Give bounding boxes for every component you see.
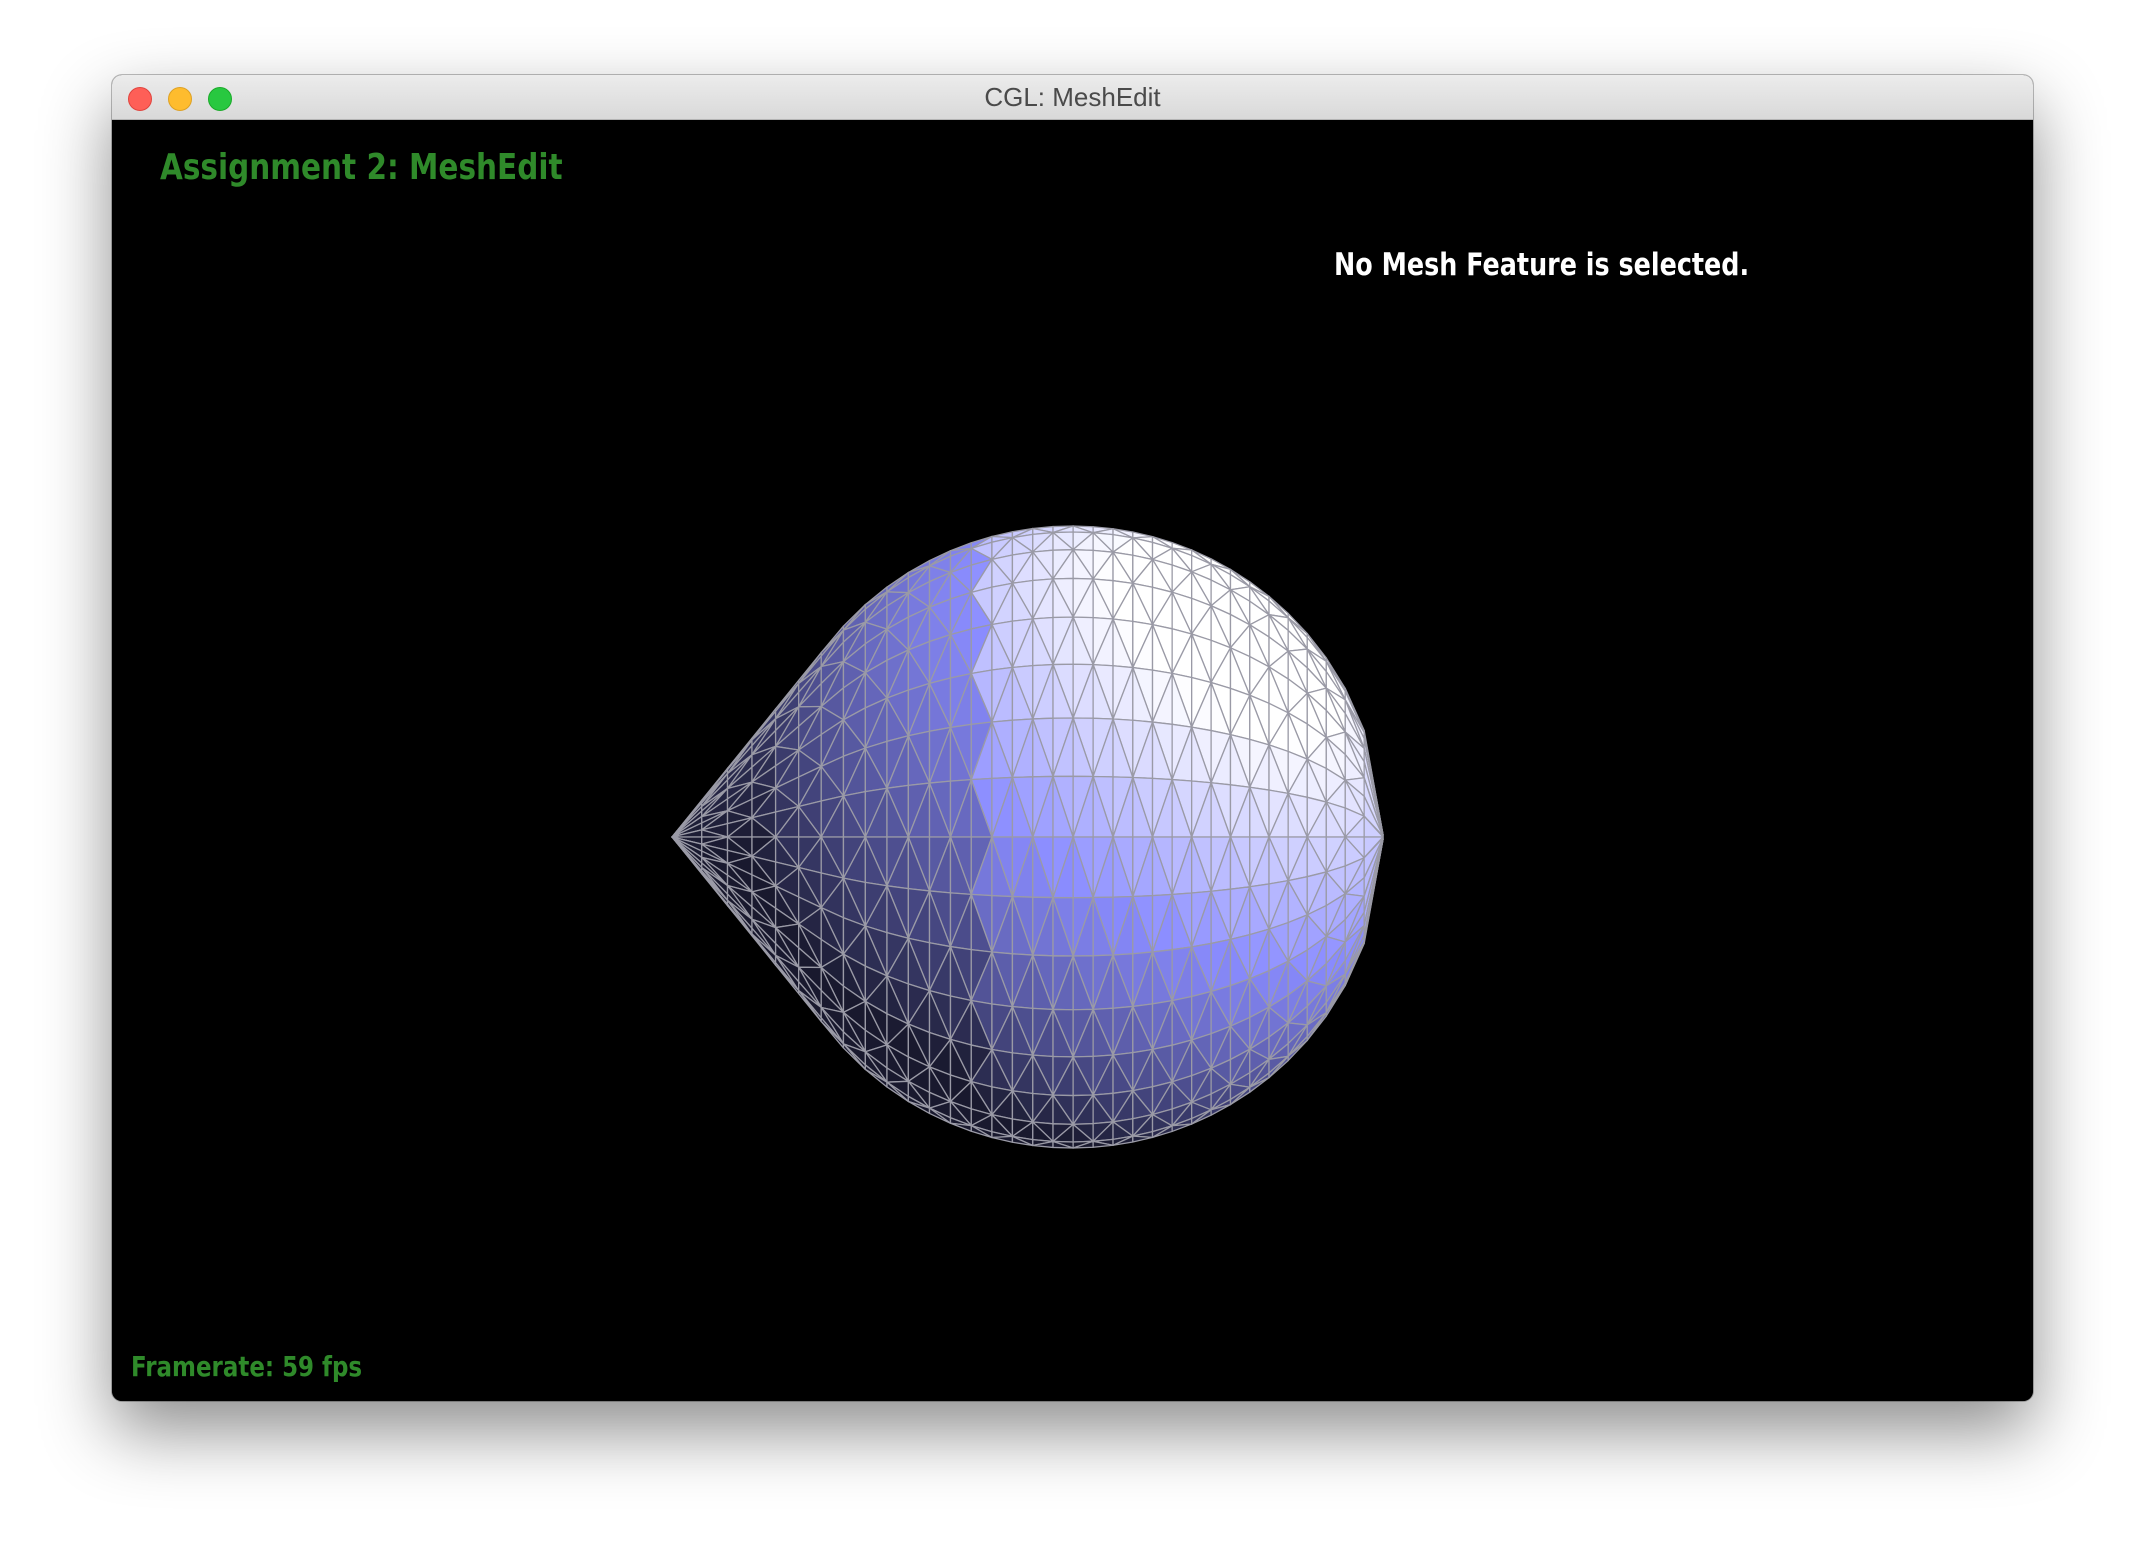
mesh-face[interactable] (991, 1135, 1014, 1143)
selection-status: No Mesh Feature is selected. (1334, 247, 1750, 283)
mesh-face[interactable] (1171, 1123, 1193, 1133)
app-window: CGL: MeshEdit Assignment 2: MeshEdit No … (112, 75, 2033, 1401)
framerate-readout: Framerate: 59 fps (131, 1350, 363, 1383)
mesh-face[interactable] (1132, 1135, 1154, 1143)
teardrop-mesh[interactable] (671, 525, 1384, 1149)
mesh-canvas[interactable] (112, 120, 2033, 1401)
app-title: Assignment 2: MeshEdit (160, 147, 563, 188)
window-title: CGL: MeshEdit (984, 82, 1161, 112)
render-viewport[interactable]: Assignment 2: MeshEdit No Mesh Feature i… (112, 120, 2033, 1401)
title-bar[interactable]: CGL: MeshEdit (112, 75, 2033, 120)
